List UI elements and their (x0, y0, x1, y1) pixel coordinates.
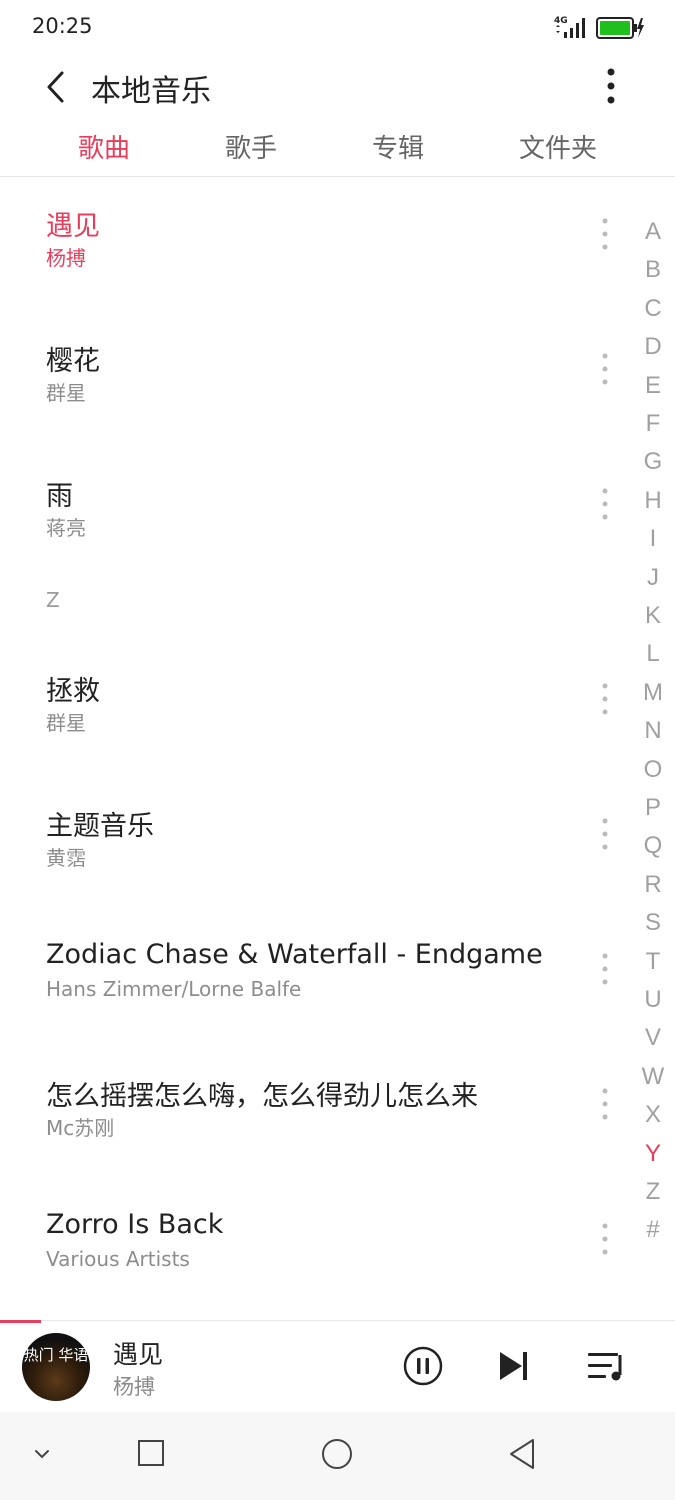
battery-charging-icon (596, 17, 644, 39)
song-artist: 蒋亮 (46, 516, 86, 540)
more-vertical-icon[interactable] (596, 66, 626, 106)
song-title: Zorro Is Back (46, 1209, 224, 1240)
song-artist: 群星 (46, 711, 86, 735)
alphabet-letter[interactable]: O (636, 756, 670, 784)
system-nav-bar (0, 1412, 675, 1500)
song-artist: Hans Zimmer/Lorne Balfe (46, 977, 302, 1001)
now-playing-artist: 杨搏 (113, 1375, 155, 1399)
song-more-icon[interactable] (594, 1221, 616, 1257)
alphabet-letter[interactable]: C (636, 295, 670, 323)
song-row[interactable]: 主题音乐 黄霑 (0, 798, 630, 908)
song-row[interactable]: Zorro Is Back Various Artists (0, 1203, 630, 1313)
alphabet-letter[interactable]: # (636, 1216, 670, 1244)
now-playing-title: 遇见 (113, 1340, 164, 1369)
song-row[interactable]: 雨 蒋亮 (0, 468, 630, 578)
song-title: Zodiac Chase & Waterfall - Endgame (46, 939, 543, 970)
signal-icon: 4G (554, 16, 585, 38)
alphabet-letter[interactable]: G (636, 448, 670, 476)
alphabet-letter[interactable]: P (636, 794, 670, 822)
song-more-icon[interactable] (594, 681, 616, 717)
alphabet-letter[interactable]: Z (636, 1178, 670, 1206)
alphabet-letter[interactable]: A (636, 218, 670, 246)
song-row[interactable]: Zodiac Chase & Waterfall - Endgame Hans … (0, 933, 630, 1043)
alphabet-letter[interactable]: Y (636, 1140, 670, 1168)
song-artist: 杨搏 (46, 246, 86, 270)
tab-folders[interactable]: 文件夹 (519, 128, 597, 165)
tab-albums[interactable]: 专辑 (372, 128, 424, 165)
alphabet-letter[interactable]: R (636, 871, 670, 899)
tab-bar: 歌曲 歌手 专辑 文件夹 (0, 122, 675, 177)
mini-player[interactable]: 热门 华语 遇见 杨搏 (0, 1320, 675, 1413)
album-cover[interactable]: 热门 华语 (22, 1333, 90, 1401)
cover-text: 热门 华语 (23, 1346, 89, 1364)
alphabet-letter[interactable]: B (636, 256, 670, 284)
song-row[interactable]: 怎么摇摆怎么嗨，怎么得劲儿怎么来 Mc苏刚 (0, 1068, 630, 1178)
song-title: 怎么摇摆怎么嗨，怎么得劲儿怎么来 (46, 1081, 478, 1112)
app-header: 本地音乐 (0, 56, 675, 118)
song-artist: Mc苏刚 (46, 1116, 115, 1140)
song-row[interactable]: 拯救 群星 (0, 663, 630, 773)
song-row[interactable]: 遇见 杨搏 (0, 198, 630, 308)
song-title: 雨 (46, 481, 73, 512)
playlist-icon[interactable] (586, 1349, 628, 1385)
song-artist: 群星 (46, 381, 86, 405)
recents-icon[interactable] (136, 1438, 166, 1468)
alphabet-letter[interactable]: U (636, 986, 670, 1014)
alphabet-letter[interactable]: W (636, 1063, 670, 1091)
page-title: 本地音乐 (91, 74, 211, 109)
network-type: 4G (554, 16, 568, 26)
alphabet-letter[interactable]: D (636, 333, 670, 361)
alphabet-letter[interactable]: L (636, 640, 670, 668)
song-more-icon[interactable] (594, 816, 616, 852)
alphabet-letter[interactable]: K (636, 602, 670, 630)
song-row[interactable]: 樱花 群星 (0, 333, 630, 443)
song-artist: Various Artists (46, 1247, 190, 1271)
song-title: 主题音乐 (46, 811, 154, 842)
alphabet-letter[interactable]: H (636, 487, 670, 515)
nav-collapse-icon[interactable] (30, 1442, 54, 1466)
song-artist: 黄霑 (46, 846, 86, 870)
alphabet-letter[interactable]: M (636, 679, 670, 707)
alphabet-letter[interactable]: N (636, 717, 670, 745)
alphabet-letter[interactable]: S (636, 909, 670, 937)
song-title: 樱花 (46, 346, 100, 377)
status-time: 20:25 (32, 14, 93, 38)
song-title: 遇见 (46, 211, 100, 242)
back-icon[interactable] (505, 1436, 539, 1472)
song-title: 拯救 (46, 676, 100, 707)
alphabet-letter[interactable]: T (636, 948, 670, 976)
alphabet-letter[interactable]: Q (636, 832, 670, 860)
alphabet-letter[interactable]: I (636, 525, 670, 553)
alphabet-letter[interactable]: E (636, 372, 670, 400)
song-more-icon[interactable] (594, 1086, 616, 1122)
song-more-icon[interactable] (594, 486, 616, 522)
back-icon[interactable] (40, 68, 74, 106)
song-more-icon[interactable] (594, 216, 616, 252)
alphabet-letter[interactable]: J (636, 564, 670, 592)
playback-progress (0, 1320, 41, 1323)
song-more-icon[interactable] (594, 951, 616, 987)
pause-icon[interactable] (402, 1345, 444, 1387)
alphabet-letter[interactable]: V (636, 1024, 670, 1052)
home-icon[interactable] (320, 1437, 354, 1471)
alphabet-letter[interactable]: F (636, 410, 670, 438)
status-bar: 20:25 4G (0, 0, 675, 56)
tab-songs[interactable]: 歌曲 (78, 128, 130, 165)
alphabet-letter[interactable]: X (636, 1101, 670, 1129)
tab-artists[interactable]: 歌手 (225, 128, 277, 165)
next-icon[interactable] (496, 1347, 532, 1385)
section-letter: Z (46, 588, 60, 612)
song-more-icon[interactable] (594, 351, 616, 387)
